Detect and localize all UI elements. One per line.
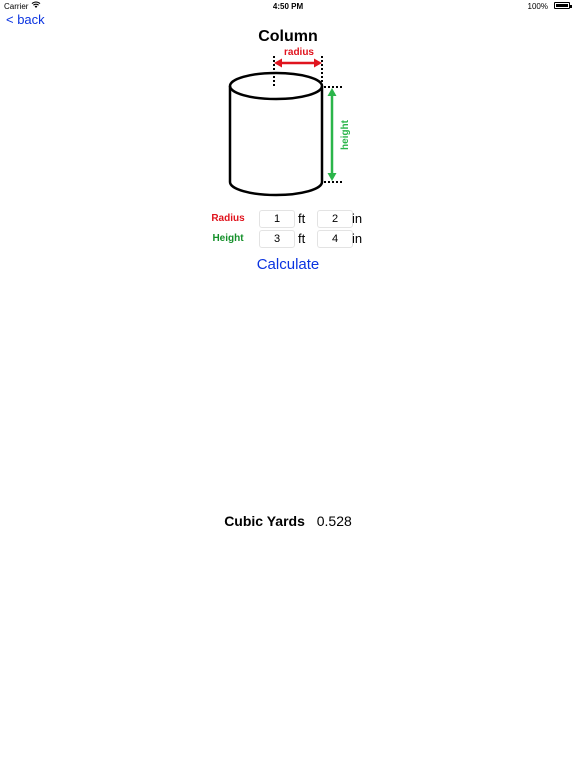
height-arrow — [327, 88, 337, 181]
clock: 4:50 PM — [272, 2, 304, 11]
height-in-unit: in — [352, 231, 363, 246]
radius-in-unit: in — [352, 211, 363, 226]
column-diagram: radius height — [228, 47, 351, 197]
battery-icon — [554, 2, 572, 9]
radius-label: radius — [284, 47, 314, 58]
back-button[interactable]: < back — [6, 12, 45, 27]
radius-ft-unit: ft — [298, 211, 306, 226]
cylinder-shape — [228, 71, 324, 197]
battery-percentage: 100% — [527, 2, 548, 11]
result-label: Cubic Yards — [224, 513, 305, 529]
radius-arrow — [274, 58, 322, 68]
height-in-input[interactable]: 4 — [317, 230, 353, 248]
height-label: height — [340, 119, 351, 150]
radius-in-input[interactable]: 2 — [317, 210, 353, 228]
radius-ft-input[interactable]: 1 — [259, 210, 295, 228]
result-display: Cubic Yards 0.528 — [0, 513, 576, 529]
height-ft-unit: ft — [298, 231, 306, 246]
height-row: Height 3 ft 4 in — [0, 230, 576, 248]
radius-row: Radius 1 ft 2 in — [0, 210, 576, 228]
calculate-button[interactable]: Calculate — [0, 256, 576, 273]
height-ft-input[interactable]: 3 — [259, 230, 295, 248]
result-value: 0.528 — [316, 513, 352, 529]
status-bar: Carrier 4:50 PM 100% — [0, 0, 576, 12]
radius-label-text: Radius — [211, 213, 245, 224]
page-title: Column — [258, 28, 318, 45]
height-label-text: Height — [212, 233, 244, 244]
